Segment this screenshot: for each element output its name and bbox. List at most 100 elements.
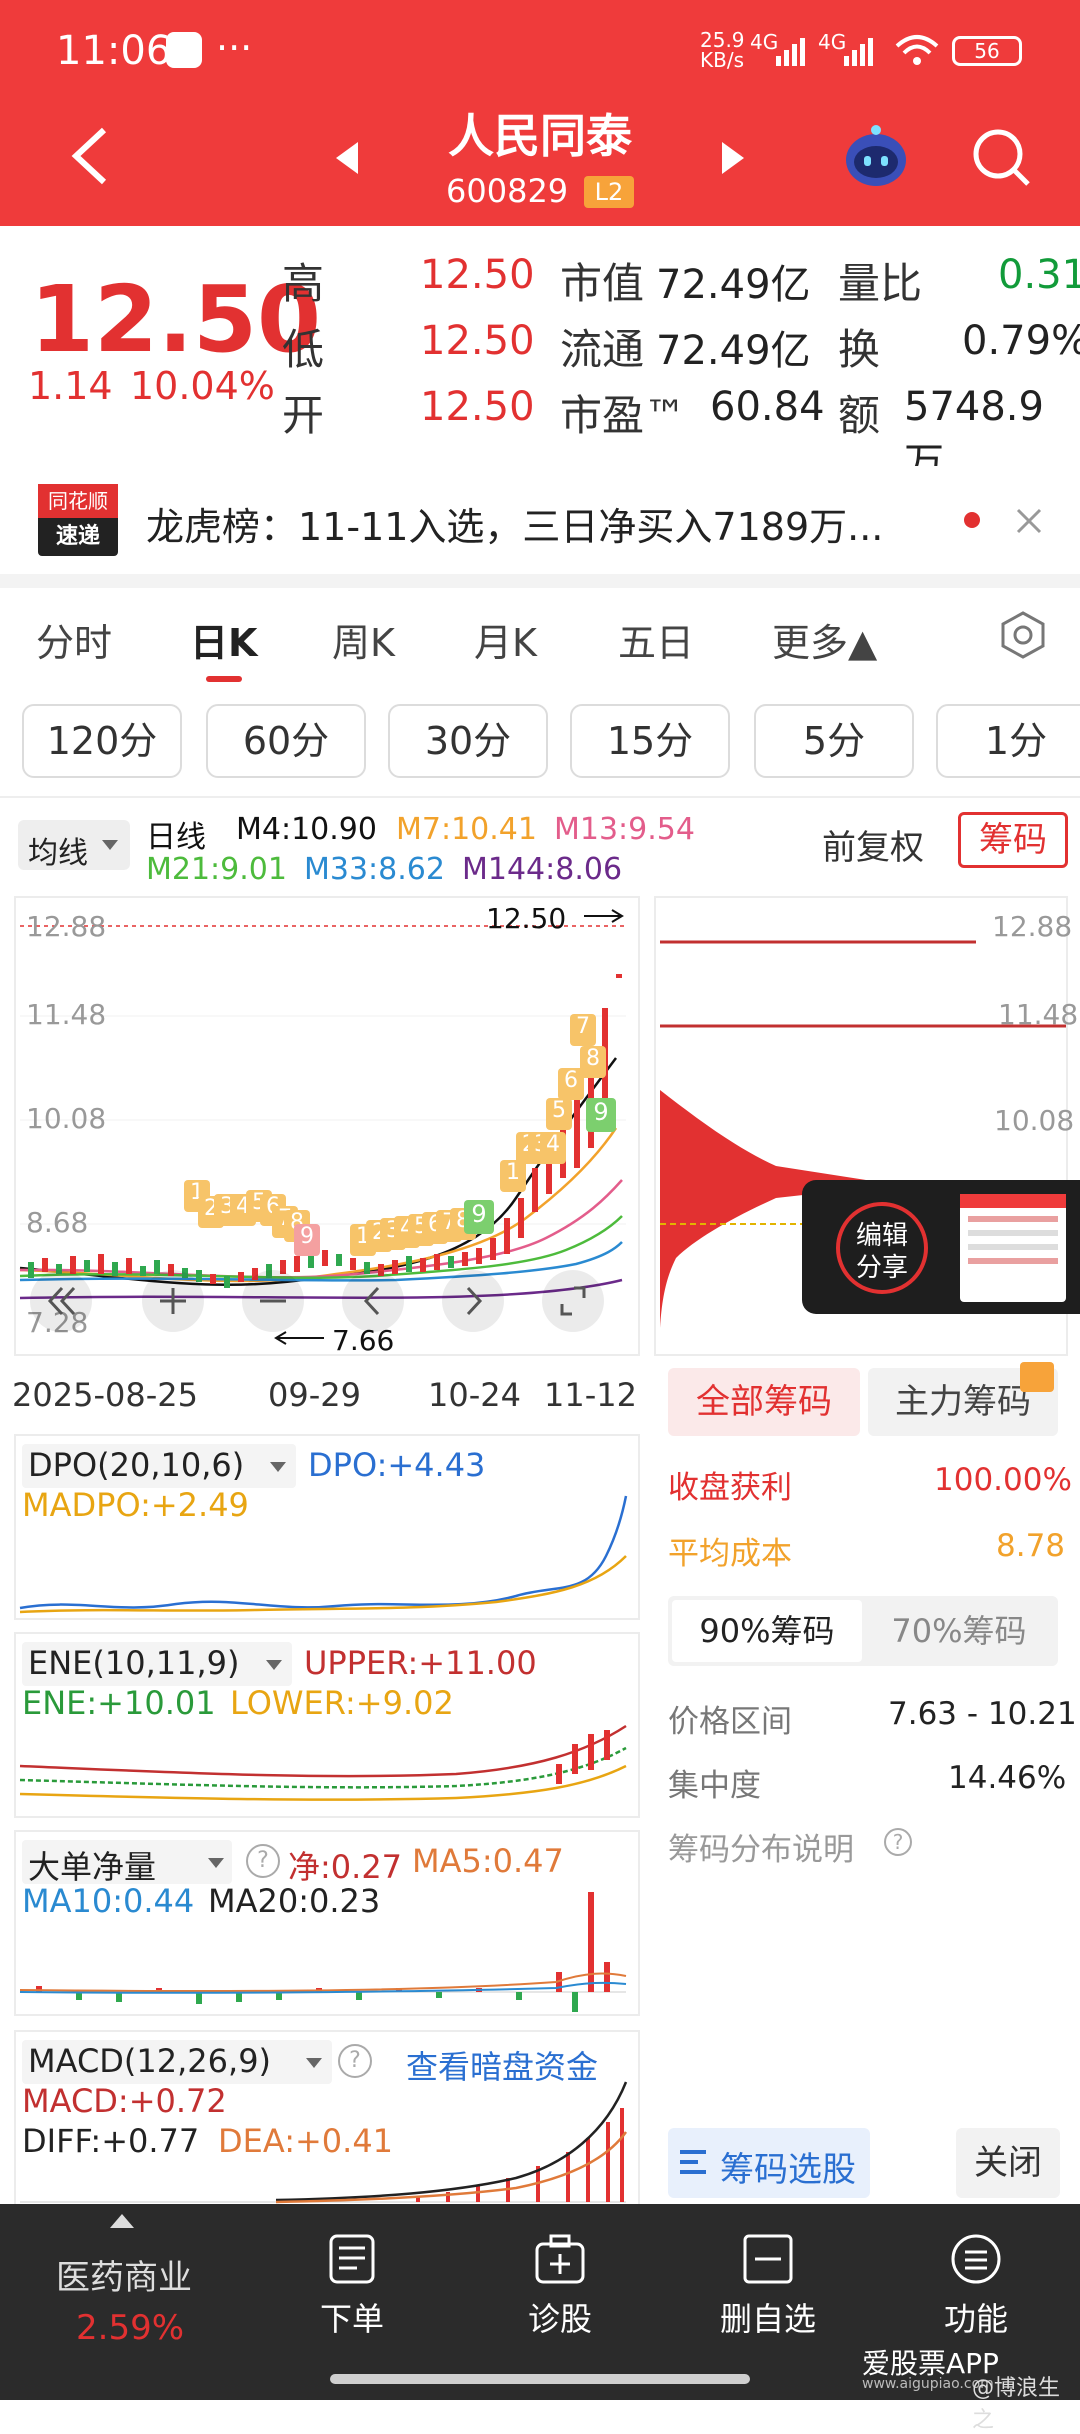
tab-weekly-k[interactable]: 周K bbox=[332, 612, 395, 667]
stock-code: 600829 bbox=[446, 172, 569, 210]
next-stock-icon[interactable] bbox=[720, 140, 746, 176]
divider bbox=[0, 796, 1080, 798]
settings-icon[interactable] bbox=[998, 610, 1048, 660]
double-chevron-left-icon bbox=[47, 1286, 76, 1316]
chip-y-label-2: 11.48 bbox=[998, 998, 1079, 1031]
tab-more[interactable]: 更多▲ bbox=[772, 612, 877, 667]
signal-badges-left: 1 2 3 4 5 6 7 8 9 bbox=[184, 1180, 320, 1256]
help-icon[interactable]: ? bbox=[884, 1828, 912, 1856]
bottom-nav: 医药商业 2.59% 下单 诊股 删自选 功能 爱股票APP www.aigup… bbox=[0, 2204, 1080, 2433]
ene-chart bbox=[19, 1724, 627, 1801]
chip-ratio-tabs: 90%筹码 70%筹码 bbox=[668, 1596, 1058, 1666]
home-indicator bbox=[330, 2374, 750, 2384]
sector-change-pct: 2.59% bbox=[76, 2308, 185, 2348]
fullscreen-button[interactable] bbox=[542, 1270, 604, 1332]
scroll-right-button[interactable] bbox=[442, 1270, 504, 1332]
avg-cost-value: 8.78 bbox=[996, 1528, 1066, 1564]
interval-1m-button[interactable]: 1分 bbox=[936, 704, 1080, 778]
dpo-indicator-panel[interactable]: DPO(20,10,6) DPO:+4.43 MADPO:+2.49 bbox=[14, 1434, 640, 1620]
date-label-3: 10-24 bbox=[428, 1376, 521, 1414]
ma-m144: M144:8.06 bbox=[462, 852, 623, 887]
ene-indicator-panel[interactable]: ENE(10,11,9) UPPER:+11.00 ENE:+10.01 LOW… bbox=[14, 1632, 640, 1818]
open-label: 开 bbox=[282, 391, 325, 440]
interval-15m-button[interactable]: 15分 bbox=[570, 704, 730, 778]
remove-watchlist-button[interactable]: 删自选 bbox=[688, 2232, 848, 2340]
arrow-left-icon bbox=[274, 1331, 324, 1345]
concentration-value: 14.46% bbox=[948, 1760, 1067, 1796]
low-label: 低 bbox=[282, 325, 325, 374]
place-order-button[interactable]: 下单 bbox=[272, 2232, 432, 2340]
pe-label: 市盈™ bbox=[560, 391, 687, 440]
search-icon[interactable] bbox=[970, 126, 1034, 190]
chip-y-label-3: 10.08 bbox=[994, 1104, 1075, 1137]
macd-indicator-panel[interactable]: MACD(12,26,9) ? 查看暗盘资金 MACD:+0.72 DIFF:+… bbox=[14, 2030, 640, 2204]
interval-120m-button[interactable]: 120分 bbox=[22, 704, 182, 778]
edit-share-button[interactable]: 编辑 分享 bbox=[836, 1202, 928, 1294]
interval-30m-button[interactable]: 30分 bbox=[388, 704, 548, 778]
net-speed: 25.9 KB/s bbox=[700, 28, 745, 72]
high-value: 12.50 bbox=[420, 252, 535, 298]
fullscreen-icon bbox=[560, 1286, 586, 1316]
chips-toggle-button[interactable]: 筹码 bbox=[958, 812, 1068, 868]
news-ticker[interactable]: 同花顺 速递 龙虎榜：11-11入选，三日净买入7189万... bbox=[0, 466, 1080, 574]
chip-description-link[interactable]: 筹码分布说明 bbox=[668, 1824, 854, 1869]
kline-y-label-3: 10.08 bbox=[26, 1102, 107, 1135]
zoom-out-button[interactable] bbox=[242, 1270, 304, 1332]
adjust-mode[interactable]: 前复权 bbox=[822, 820, 924, 869]
level2-badge: L2 bbox=[584, 176, 634, 208]
zoom-in-button[interactable] bbox=[142, 1270, 204, 1332]
interval-5m-button[interactable]: 5分 bbox=[754, 704, 914, 778]
ma-m4: M4:10.90 bbox=[236, 812, 377, 847]
tab-daily-k[interactable]: 日K bbox=[190, 612, 257, 667]
dropdown-icon bbox=[102, 840, 118, 850]
market-cap-value: 72.49亿 bbox=[656, 262, 811, 308]
sector-name[interactable]: 医药商业 bbox=[56, 2250, 192, 2299]
back-icon[interactable] bbox=[68, 124, 112, 188]
tab-five-day[interactable]: 五日 bbox=[618, 612, 694, 667]
ratio-70-tab[interactable]: 70%筹码 bbox=[864, 1600, 1054, 1662]
float-cap-label: 流通 bbox=[560, 325, 645, 374]
ma-m33: M33:8.62 bbox=[304, 852, 445, 887]
edit-share-popup[interactable]: 编辑 分享 bbox=[802, 1180, 1080, 1314]
robot-assistant-icon[interactable] bbox=[840, 124, 912, 190]
functions-button[interactable]: 功能 bbox=[896, 2232, 1056, 2340]
tab-monthly-k[interactable]: 月K bbox=[474, 612, 537, 667]
chip-stock-picker-button[interactable]: 筹码选股 bbox=[668, 2128, 870, 2198]
period-tabs: 分时 日K 周K 月K 五日 更多▲ bbox=[0, 588, 1080, 688]
date-label-2: 09-29 bbox=[268, 1376, 361, 1414]
big-order-chart bbox=[19, 1892, 627, 2012]
chevron-up-icon[interactable] bbox=[110, 2214, 134, 2228]
avg-cost-label: 平均成本 bbox=[668, 1536, 792, 1572]
prev-stock-icon[interactable] bbox=[334, 140, 360, 176]
ma-m21: M21:9.01 bbox=[146, 852, 287, 887]
float-cap-value: 72.49亿 bbox=[656, 328, 811, 374]
big-order-indicator-panel[interactable]: 大单净量 ? 净:0.27 MA5:0.47 MA10:0.44 MA20:0.… bbox=[14, 1830, 640, 2016]
scroll-left-button[interactable] bbox=[342, 1270, 404, 1332]
ma-selector[interactable]: 均线 bbox=[18, 820, 130, 871]
scroll-left-fast-button[interactable] bbox=[30, 1270, 92, 1332]
close-chips-button[interactable]: 关闭 bbox=[956, 2128, 1060, 2198]
plus-icon bbox=[160, 1288, 186, 1314]
profit-value: 100.00% bbox=[934, 1462, 1072, 1498]
menu-circle-icon bbox=[951, 2234, 1001, 2284]
list-icon bbox=[680, 2150, 706, 2174]
open-value: 12.50 bbox=[420, 384, 535, 430]
interval-60m-button[interactable]: 60分 bbox=[206, 704, 366, 778]
share-thumbnail bbox=[960, 1194, 1066, 1302]
arrow-right-icon bbox=[584, 909, 624, 923]
diagnose-stock-button[interactable]: 诊股 bbox=[480, 2232, 640, 2340]
last-price: 12.50 bbox=[30, 266, 322, 373]
date-label-1: 2025-08-25 bbox=[12, 1376, 198, 1414]
macd-chart bbox=[20, 2081, 628, 2204]
all-chips-tab[interactable]: 全部筹码 bbox=[668, 1368, 860, 1436]
concentration-label: 集中度 bbox=[668, 1768, 761, 1804]
watermark: 爱股票APP www.aigupiao.com @博浪生之 bbox=[862, 2347, 1061, 2433]
ratio-90-tab[interactable]: 90%筹码 bbox=[672, 1600, 862, 1662]
tab-minute[interactable]: 分时 bbox=[36, 612, 112, 667]
medical-kit-icon bbox=[535, 2234, 585, 2284]
kline-chart[interactable]: 12.88 11.48 10.08 8.68 7.28 12.50 7.66 1… bbox=[14, 896, 640, 1357]
order-icon bbox=[329, 2234, 375, 2284]
amount-label: 额 bbox=[838, 391, 881, 440]
volume-ratio-value: 0.31 bbox=[998, 252, 1080, 298]
close-icon[interactable] bbox=[1014, 506, 1044, 536]
